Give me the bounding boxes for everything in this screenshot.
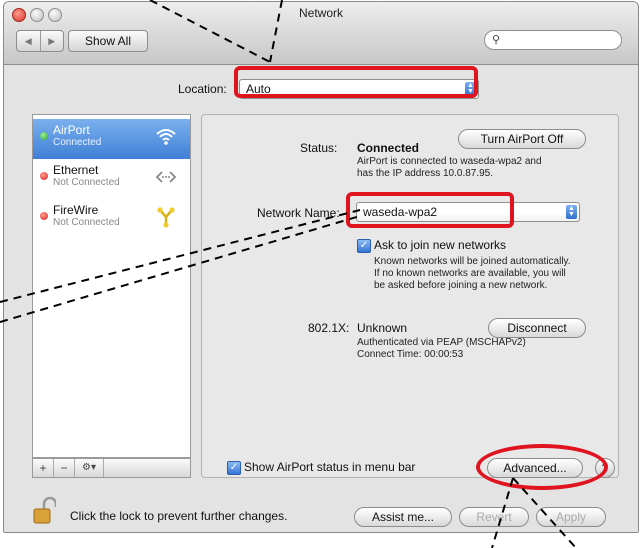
wifi-icon (154, 125, 178, 149)
location-label: Location: (178, 82, 227, 96)
dot1x-value: Unknown (357, 321, 408, 335)
ask-join-checkbox[interactable]: ✓ (357, 239, 371, 253)
search-input[interactable]: ⚲ (484, 30, 622, 50)
show-status-label: Show AirPort status in menu bar (244, 460, 416, 474)
remove-service-button[interactable]: − (54, 459, 75, 477)
status-dot-icon (40, 132, 48, 140)
lock-icon[interactable] (32, 496, 58, 524)
auth-description-2: Connect Time: 00:00:53 (357, 349, 464, 360)
sidebar-toolbar: + − ⚙▾ (32, 458, 191, 478)
network-preferences-window: Network ◀ ▶ Show All ⚲ Location: Auto ▲ ▼… (3, 1, 639, 533)
turn-airport-off-button[interactable]: Turn AirPort Off (458, 129, 586, 149)
show-status-checkbox[interactable]: ✓ (227, 461, 241, 475)
service-status: Connected (53, 137, 102, 148)
status-description-2: has the IP address 10.0.87.95. (357, 168, 494, 179)
service-status: Not Connected (53, 217, 120, 228)
assist-me-button[interactable]: Assist me... (354, 507, 452, 527)
service-status: Not Connected (53, 177, 120, 188)
status-value: Connected (357, 141, 420, 155)
network-name-label: Network Name: (257, 206, 340, 220)
sidebar-item-airport[interactable]: AirPort Connected (33, 119, 190, 159)
status-dot-icon (40, 172, 48, 180)
forward-icon[interactable]: ▶ (39, 31, 64, 51)
gear-icon[interactable]: ⚙▾ (75, 459, 104, 477)
ask-join-description-2: If no known networks are available, you … (374, 268, 566, 279)
status-dot-icon (40, 212, 48, 220)
lock-message: Click the lock to prevent further change… (70, 509, 288, 523)
sidebar-item-firewire[interactable]: FireWire Not Connected (33, 199, 190, 239)
disconnect-button[interactable]: Disconnect (488, 318, 586, 338)
location-value: Auto (246, 82, 271, 96)
network-name-popup[interactable]: waseda-wpa2 ▲ ▼ (356, 202, 580, 222)
ask-join-description-3: be asked before joining a new network. (374, 280, 548, 291)
firewire-icon (154, 205, 178, 229)
advanced-button[interactable]: Advanced... (487, 458, 583, 478)
sidebar-item-ethernet[interactable]: Ethernet Not Connected (33, 159, 190, 199)
location-popup[interactable]: Auto ▲ ▼ (239, 79, 479, 99)
ethernet-icon (154, 165, 178, 189)
revert-button: Revert (459, 507, 529, 527)
ask-join-label: Ask to join new networks (374, 238, 507, 252)
apply-button: Apply (536, 507, 606, 527)
show-all-button[interactable]: Show All (68, 30, 148, 52)
network-name-value: waseda-wpa2 (363, 205, 438, 219)
service-name: FireWire (53, 203, 99, 217)
service-name: AirPort (53, 123, 90, 137)
help-button[interactable]: ? (595, 458, 615, 478)
search-icon: ⚲ (492, 34, 501, 46)
popup-arrows-icon: ▲ ▼ (566, 205, 577, 219)
service-name: Ethernet (53, 163, 99, 177)
window-title: Network (298, 6, 343, 20)
add-service-button[interactable]: + (33, 459, 54, 477)
status-description-1: AirPort is connected to waseda-wpa2 and (357, 156, 542, 167)
status-label: Status: (300, 141, 338, 155)
back-icon[interactable]: ◀ (17, 31, 40, 51)
popup-arrows-icon: ▲ ▼ (465, 82, 476, 96)
auth-description-1: Authenticated via PEAP (MSCHAPv2) (357, 337, 526, 348)
dot1x-label: 802.1X: (308, 321, 350, 335)
service-list: AirPort Connected Ethernet Not Connected (32, 114, 191, 458)
ask-join-description-1: Known networks will be joined automatica… (374, 256, 571, 267)
airport-detail-panel: Status: Connected Turn AirPort Off AirPo… (201, 114, 619, 478)
back-forward-control: ◀ ▶ (16, 30, 64, 52)
title-bar: Network ◀ ▶ Show All ⚲ (4, 2, 638, 65)
